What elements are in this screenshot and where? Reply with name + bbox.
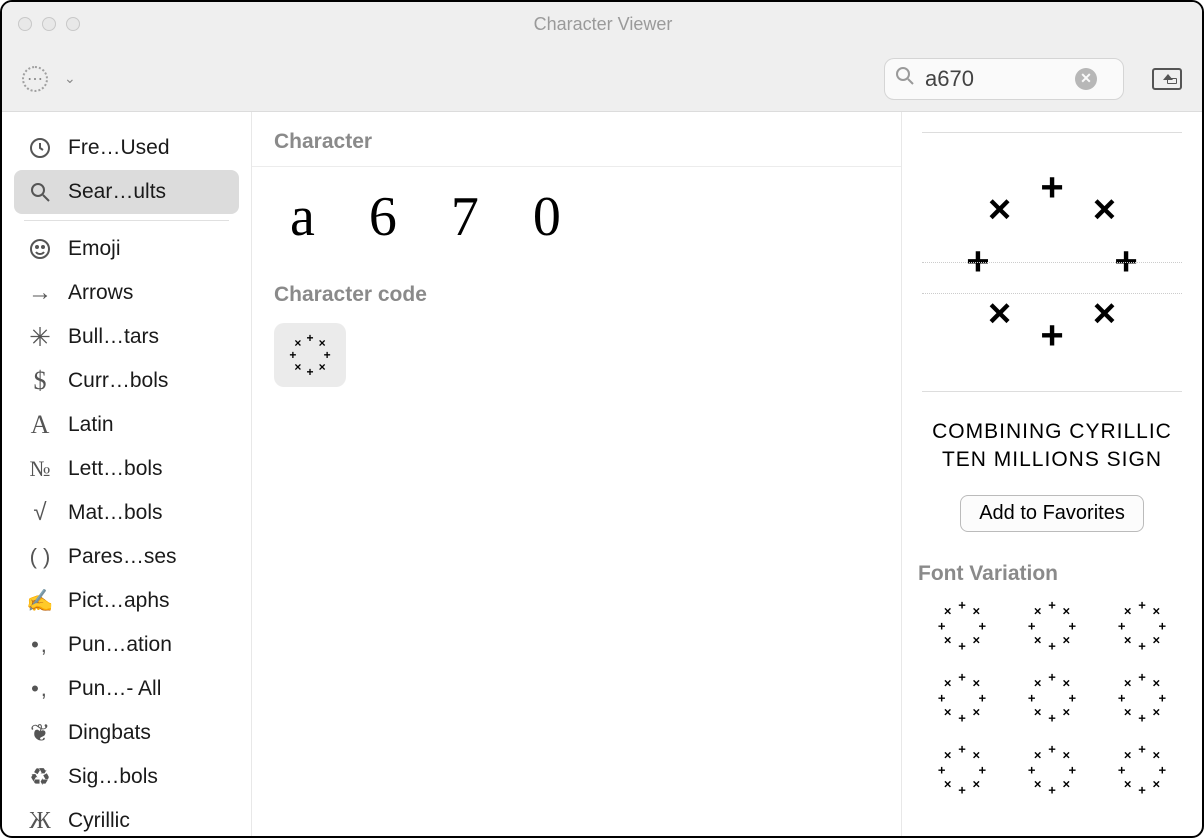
font-variation-cell[interactable]: +×+×+×+×: [1014, 672, 1090, 724]
sidebar-item-fre-used[interactable]: Fre…Used: [14, 126, 239, 170]
numero-icon: №: [26, 455, 54, 483]
dingbat-icon: ❦: [26, 719, 54, 747]
sidebar-item-label: Mat…bols: [68, 501, 163, 525]
search-input[interactable]: [925, 66, 1065, 92]
sidebar-item-pun-all[interactable]: •, Pun…- All: [14, 667, 239, 711]
section-title-code: Character code: [274, 283, 879, 307]
section-title-character: Character: [274, 130, 879, 154]
font-variation-cell[interactable]: +×+×+×+×: [1104, 672, 1180, 724]
actions-menu-button[interactable]: ⋯: [22, 66, 48, 92]
titlebar: Character Viewer: [2, 2, 1202, 46]
sidebar-item-pares-ses[interactable]: ( ) Pares…ses: [14, 535, 239, 579]
query-char[interactable]: a: [290, 185, 315, 249]
query-char[interactable]: 6: [369, 185, 397, 249]
sidebar-item-label: Dingbats: [68, 721, 151, 745]
dollar-icon: $: [26, 367, 54, 395]
font-variation-cell[interactable]: +×+×+×+×: [1014, 744, 1090, 796]
character-code-result[interactable]: +×+×+×+×: [274, 323, 346, 387]
sidebar-item-arrows[interactable]: → Arrows: [14, 271, 239, 315]
dots-icon: •,: [26, 631, 54, 659]
main-panel: Character a670 Character code +×+×+×+×: [252, 112, 902, 836]
sidebar-item-mat-bols[interactable]: √ Mat…bols: [14, 491, 239, 535]
ten-millions-glyph-icon: +×+×+×+×: [957, 167, 1147, 357]
sidebar-item-bull-tars[interactable]: ✳ Bull…tars: [14, 315, 239, 359]
sidebar[interactable]: Fre…Used Sear…ults Emoji → Arrows ✳ Bull…tars $…: [2, 112, 252, 836]
font-variation-cell[interactable]: +×+×+×+×: [924, 672, 1000, 724]
sidebar-item-label: Emoji: [68, 237, 121, 261]
sidebar-item-label: Latin: [68, 413, 114, 437]
ten-millions-glyph-icon: +×+×+×+×: [936, 672, 988, 724]
glyph-name: COMBINING CYRILLIC TEN MILLIONS SIGN: [918, 418, 1186, 475]
ten-millions-glyph-icon: +×+×+×+×: [936, 600, 988, 652]
search-icon: [895, 66, 915, 91]
radical-icon: √: [26, 499, 54, 527]
sidebar-item-label: Pict…aphs: [68, 589, 170, 613]
collapse-window-button[interactable]: [1152, 68, 1182, 90]
character-row: a670: [274, 185, 879, 249]
sidebar-item-latin[interactable]: A Latin: [14, 403, 239, 447]
character-preview: +×+×+×+×: [922, 132, 1182, 392]
sidebar-item-sig-bols[interactable]: ♻ Sig…bols: [14, 755, 239, 799]
search-icon: [26, 178, 54, 206]
sidebar-item-label: Pun…- All: [68, 677, 161, 701]
sidebar-item-curr-bols[interactable]: $ Curr…bols: [14, 359, 239, 403]
sidebar-item-label: Bull…tars: [68, 325, 159, 349]
sidebar-item-sear-ults[interactable]: Sear…ults: [14, 170, 239, 214]
ten-millions-glyph-icon: +×+×+×+×: [1026, 600, 1078, 652]
chevron-down-icon[interactable]: ⌄: [64, 70, 76, 87]
emoji-icon: [26, 235, 54, 263]
font-variation-grid: +×+×+×+× +×+×+×+× +×+×+×+× +×+×+×+× +×+×+×+×…: [918, 600, 1186, 796]
sidebar-item-label: Sear…ults: [68, 180, 166, 204]
recycle-icon: ♻: [26, 763, 54, 791]
ten-millions-glyph-icon: +×+×+×+×: [1116, 672, 1168, 724]
font-variation-cell[interactable]: +×+×+×+×: [924, 744, 1000, 796]
sidebar-item-label: Lett…bols: [68, 457, 163, 481]
sidebar-item-label: Arrows: [68, 281, 133, 305]
ten-millions-glyph-icon: +×+×+×+×: [936, 744, 988, 796]
ten-millions-glyph-icon: +×+×+×+×: [1116, 600, 1168, 652]
search-box[interactable]: ✕: [884, 58, 1124, 100]
sidebar-item-label: Sig…bols: [68, 765, 158, 789]
content-area: Fre…Used Sear…ults Emoji → Arrows ✳ Bull…tars $…: [2, 112, 1202, 836]
font-variation-cell[interactable]: +×+×+×+×: [924, 600, 1000, 652]
sidebar-item-label: Fre…Used: [68, 136, 170, 160]
parens-icon: ( ): [26, 543, 54, 571]
font-variation-title: Font Variation: [918, 562, 1186, 586]
query-char[interactable]: 7: [451, 185, 479, 249]
font-variation-cell[interactable]: +×+×+×+×: [1104, 600, 1180, 652]
sidebar-item-label: Pares…ses: [68, 545, 177, 569]
sidebar-item-label: Cyrillic: [68, 809, 130, 833]
asterisk-icon: ✳: [26, 323, 54, 351]
sidebar-item-label: Pun…ation: [68, 633, 172, 657]
sidebar-divider: [24, 220, 229, 221]
ten-millions-glyph-icon: +×+×+×+×: [288, 333, 332, 377]
ten-millions-glyph-icon: +×+×+×+×: [1116, 744, 1168, 796]
inspector-panel[interactable]: +×+×+×+× COMBINING CYRILLIC TEN MILLIONS…: [902, 112, 1202, 836]
ten-millions-glyph-icon: +×+×+×+×: [1026, 672, 1078, 724]
dots-icon: •,: [26, 675, 54, 703]
sidebar-item-pun-ation[interactable]: •, Pun…ation: [14, 623, 239, 667]
window-title: Character Viewer: [20, 14, 1186, 35]
toolbar: ⋯ ⌄ ✕: [2, 46, 1202, 112]
font-variation-cell[interactable]: +×+×+×+×: [1104, 744, 1180, 796]
sidebar-item-label: Curr…bols: [68, 369, 168, 393]
add-to-favorites-button[interactable]: Add to Favorites: [960, 495, 1144, 532]
sidebar-item-pict-aphs[interactable]: ✍ Pict…aphs: [14, 579, 239, 623]
ten-millions-glyph-icon: +×+×+×+×: [1026, 744, 1078, 796]
letterA-icon: A: [26, 411, 54, 439]
sidebar-item-cyrillic[interactable]: Ж Cyrillic: [14, 799, 239, 836]
sidebar-item-lett-bols[interactable]: № Lett…bols: [14, 447, 239, 491]
sidebar-item-emoji[interactable]: Emoji: [14, 227, 239, 271]
arrow-icon: →: [26, 279, 54, 307]
pencil-icon: ✍: [26, 587, 54, 615]
sidebar-item-dingbats[interactable]: ❦ Dingbats: [14, 711, 239, 755]
font-variation-cell[interactable]: +×+×+×+×: [1014, 600, 1090, 652]
query-char[interactable]: 0: [533, 185, 561, 249]
zhe-icon: Ж: [26, 807, 54, 835]
clear-search-button[interactable]: ✕: [1075, 68, 1097, 90]
clock-icon: [26, 134, 54, 162]
